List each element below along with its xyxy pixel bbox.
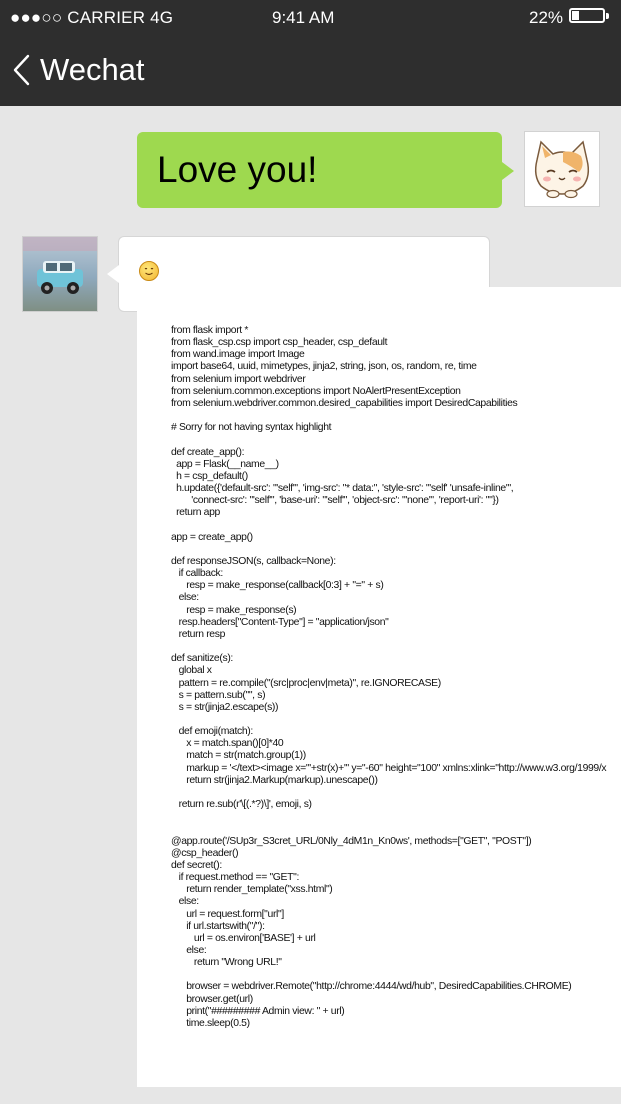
- code-line: def create_app():: [171, 446, 245, 458]
- code-image-message[interactable]: from flask import * from flask_csp.csp i…: [137, 287, 621, 1087]
- code-line: if callback:: [171, 568, 224, 580]
- code-line: x = match.span()[0]*40: [171, 738, 284, 750]
- code-line: from wand.image import Image: [171, 349, 305, 361]
- toy-car-avatar-image: [23, 237, 97, 311]
- code-line: # Sorry for not having syntax highlight: [171, 422, 332, 434]
- outgoing-message-bubble[interactable]: Love you!: [137, 132, 514, 208]
- code-line: markup = '</text><image x="'+str(x)+'" y…: [171, 762, 607, 774]
- code-line: resp.headers["Content-Type"] = "applicat…: [171, 616, 389, 628]
- code-line: import base64, uuid, mimetypes, jinja2, …: [171, 361, 477, 373]
- battery-percent: 22%: [529, 8, 564, 27]
- code-line: from selenium import webdriver: [171, 373, 306, 385]
- code-line: global x: [171, 665, 212, 677]
- code-line: return str(jinja2.Markup(markup).unescap…: [171, 774, 378, 786]
- code-line: h.update({'default-src': "'self'", 'img-…: [171, 483, 514, 495]
- nav-bar: Wechat: [0, 34, 621, 106]
- bubble-tail: [502, 162, 514, 180]
- code-line: url = request.form["url"]: [171, 908, 284, 920]
- code-line: else:: [171, 592, 200, 604]
- code-line: from flask import *: [171, 325, 249, 336]
- carrier-label: ●●●○○ CARRIER 4G: [10, 8, 174, 27]
- code-line: resp = make_response(s): [171, 604, 297, 616]
- code-line: browser.get(url): [171, 993, 253, 1005]
- code-line: def sanitize(s):: [171, 653, 233, 665]
- code-line: app = Flask(__name__): [171, 458, 279, 470]
- code-line: @csp_header(): [171, 847, 239, 859]
- code-line: from selenium.webdriver.common.desired_c…: [171, 397, 518, 409]
- code-line: from selenium.common.exceptions import N…: [171, 385, 461, 397]
- code-line: pattern = re.compile("(src|proc|env|meta…: [171, 677, 442, 689]
- code-line: return render_template("xss.html"): [171, 884, 333, 896]
- code-line: return re.sub(r'\[(.*?)\]', emoji, s): [171, 799, 312, 811]
- code-line: @app.route('/SUp3r_S3cret_URL/0Nly_4dM1n…: [171, 835, 532, 847]
- code-line: app = create_app(): [171, 531, 253, 543]
- code-line: if request.method == "GET":: [171, 872, 300, 884]
- code-line: else:: [171, 944, 207, 956]
- code-line: def secret():: [171, 859, 222, 871]
- code-line: def responseJSON(s, callback=None):: [171, 555, 336, 567]
- code-line: time.sleep(0.5): [171, 1017, 250, 1029]
- code-line: url = os.environ['BASE'] + url: [171, 932, 316, 944]
- code-line: if url.startswith("/"):: [171, 920, 265, 932]
- code-line: h = csp_default(): [171, 470, 248, 482]
- code-line: 'connect-src': "'self'", 'base-uri': "'s…: [171, 495, 499, 507]
- code-line: from flask_csp.csp import csp_header, cs…: [171, 337, 388, 349]
- code-listing: from flask import * from flask_csp.csp i…: [171, 325, 607, 1030]
- back-label: Wechat: [40, 52, 145, 87]
- contact-avatar[interactable]: [22, 236, 98, 312]
- chevron-left-icon: [12, 54, 30, 86]
- code-line: return resp: [171, 628, 226, 640]
- code-line: s = str(jinja2.escape(s)): [171, 701, 279, 713]
- battery-icon: [569, 8, 609, 23]
- my-avatar[interactable]: [524, 131, 600, 207]
- code-line: else:: [171, 896, 200, 908]
- code-line: return "Wrong URL!": [171, 957, 282, 969]
- smiling-face-icon: [139, 261, 159, 281]
- code-line: return app: [171, 507, 220, 519]
- code-line: def emoji(match):: [171, 726, 254, 738]
- clock: 9:41 AM: [272, 8, 335, 27]
- cat-avatar-image: [525, 132, 599, 206]
- battery-fill: [572, 11, 579, 20]
- code-line: browser = webdriver.Remote("http://chrom…: [171, 981, 572, 993]
- status-bar: ●●●○○ CARRIER 4G 9:41 AM 22%: [0, 0, 621, 34]
- code-line: match = str(match.group(1)): [171, 750, 306, 762]
- code-line: s = pattern.sub("", s): [171, 689, 266, 701]
- bubble-tail: [107, 265, 119, 283]
- chat-area[interactable]: Love you! from flask import * from flask…: [0, 106, 621, 1104]
- code-line: resp = make_response(callback[0:3] + "="…: [171, 580, 384, 592]
- outgoing-message-text: Love you!: [157, 149, 318, 190]
- back-button[interactable]: Wechat: [12, 34, 145, 106]
- code-line: print("######### Admin view: " + url): [171, 1005, 345, 1017]
